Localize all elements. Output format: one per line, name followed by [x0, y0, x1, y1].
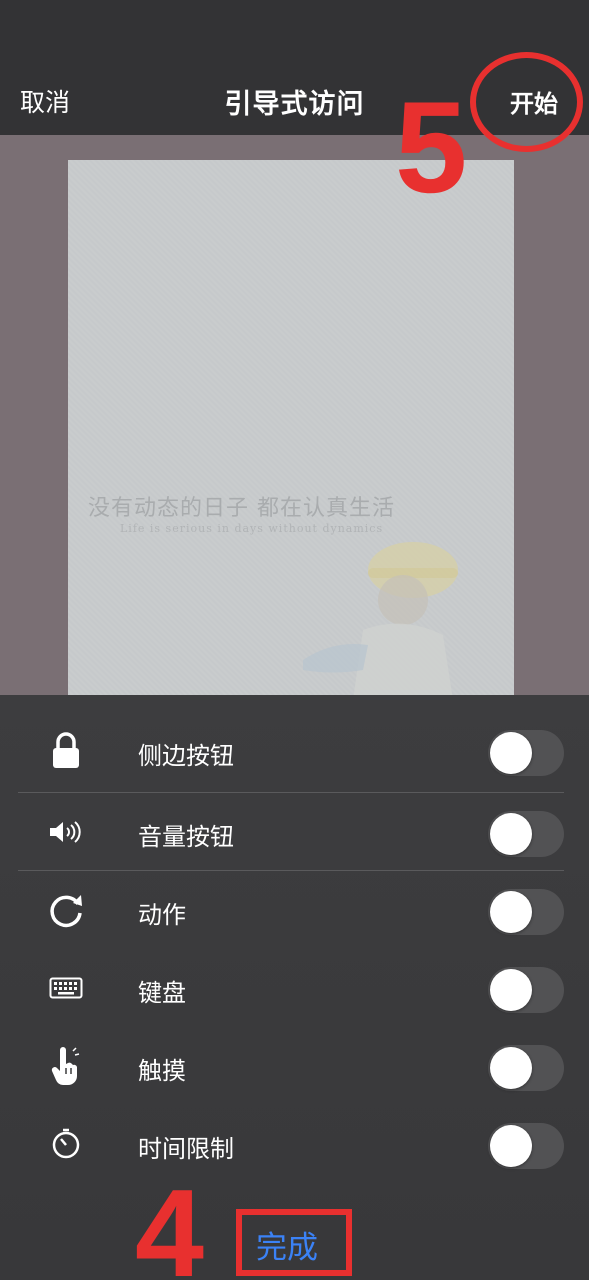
setting-label-time-limit: 时间限制: [138, 1135, 234, 1163]
setting-row-motion: 动作: [0, 871, 589, 949]
setting-row-touch: 触摸: [0, 1027, 589, 1105]
annotation-highlight-box: [236, 1209, 352, 1276]
keyboard-toggle[interactable]: [488, 967, 564, 1013]
setting-row-keyboard: 键盘: [0, 949, 589, 1027]
setting-row-side-button: 侧边按钮: [0, 712, 589, 790]
volume-buttons-toggle[interactable]: [488, 811, 564, 857]
settings-panel: 侧边按钮 音量按钮 动作 键盘 触摸 时间限制: [0, 695, 589, 1280]
annotation-highlight-circle: [470, 52, 583, 152]
toggle-knob: [490, 891, 532, 933]
toggle-knob: [490, 969, 532, 1011]
setting-label-motion: 动作: [138, 901, 186, 929]
setting-label-volume-buttons: 音量按钮: [138, 823, 234, 851]
timer-icon: [46, 1124, 86, 1164]
annotation-step-4: 4: [135, 1165, 204, 1280]
setting-row-time-limit: 时间限制: [0, 1105, 589, 1183]
side-button-toggle[interactable]: [488, 730, 564, 776]
screen-preview-thumbnail[interactable]: 没有动态的日子 都在认真生活 Life is serious in days w…: [68, 160, 514, 700]
motion-toggle[interactable]: [488, 889, 564, 935]
setting-row-volume-buttons: 音量按钮: [0, 793, 589, 871]
setting-label-touch: 触摸: [138, 1057, 186, 1085]
keyboard-icon: [46, 968, 86, 1008]
time-limit-toggle[interactable]: [488, 1123, 564, 1169]
rotate-icon: [46, 890, 86, 930]
setting-label-side-button: 侧边按钮: [138, 742, 234, 770]
toggle-knob: [490, 813, 532, 855]
toggle-knob: [490, 1125, 532, 1167]
annotation-step-5: 5: [395, 74, 468, 220]
touch-toggle[interactable]: [488, 1045, 564, 1091]
lock-icon: [46, 731, 86, 771]
setting-label-keyboard: 键盘: [138, 979, 186, 1007]
screen-preview-area[interactable]: 没有动态的日子 都在认真生活 Life is serious in days w…: [0, 135, 589, 700]
toggle-knob: [490, 732, 532, 774]
speaker-icon: [46, 812, 86, 852]
preview-quote-chinese: 没有动态的日子 都在认真生活: [88, 496, 395, 521]
touch-hand-icon: [46, 1046, 86, 1086]
preview-child-illustration: [303, 542, 458, 700]
toggle-knob: [490, 1047, 532, 1089]
